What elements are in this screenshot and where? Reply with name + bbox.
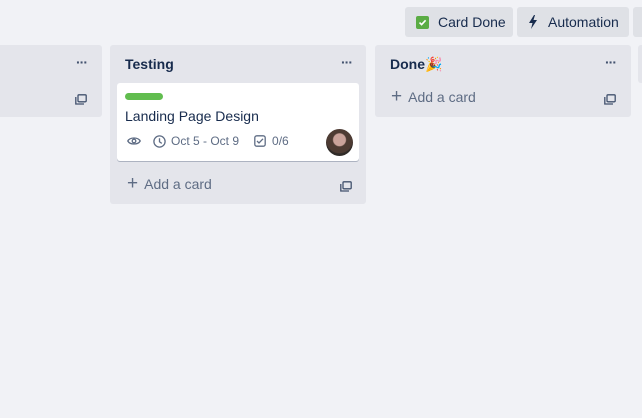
automation-label: Automation xyxy=(548,14,619,30)
automation-button[interactable]: Automation xyxy=(517,7,629,37)
card-done-button[interactable]: Card Done xyxy=(405,7,513,37)
card-label-green xyxy=(125,93,163,100)
list-testing: Testing ··· Landing Page Design Oct 5 - … xyxy=(110,45,366,204)
list-menu-button[interactable]: ··· xyxy=(76,55,88,69)
card-done-label: Card Done xyxy=(438,14,506,30)
due-date-text: Oct 5 - Oct 9 xyxy=(171,134,240,148)
card-template-icon[interactable] xyxy=(604,92,616,105)
add-card-button[interactable]: + Add a card xyxy=(391,86,476,107)
list-title[interactable]: Testing xyxy=(125,56,174,72)
checklist-badge: 0/6 xyxy=(254,134,289,148)
add-card-button[interactable]: + Add a card xyxy=(127,173,212,194)
header-extra-button[interactable] xyxy=(633,7,642,37)
list-done: Done🎉 ··· + Add a card xyxy=(375,45,631,117)
card-title: Landing Page Design xyxy=(125,108,259,124)
checklist-icon xyxy=(254,135,266,147)
card-template-icon[interactable] xyxy=(340,179,352,192)
list-menu-button[interactable]: ··· xyxy=(341,55,353,69)
green-check-icon xyxy=(416,15,429,29)
list-menu-button[interactable]: ··· xyxy=(605,55,617,69)
plus-icon: + xyxy=(391,86,403,107)
card-landing-page-design[interactable]: Landing Page Design Oct 5 - Oct 9 0/6 xyxy=(117,83,359,161)
watch-eye-icon xyxy=(127,136,141,146)
lightning-icon xyxy=(527,15,539,29)
plus-icon: + xyxy=(127,173,139,194)
clock-icon xyxy=(153,134,166,148)
checklist-text: 0/6 xyxy=(272,134,289,148)
board: Card Done Automation ··· Testing ··· Lan… xyxy=(0,0,642,418)
list-title[interactable]: Done🎉 xyxy=(390,56,442,73)
due-date-badge[interactable]: Oct 5 - Oct 9 xyxy=(153,134,239,148)
list-right-partial xyxy=(638,45,642,83)
list-left-partial: ··· xyxy=(0,45,102,117)
add-card-label: Add a card xyxy=(408,89,476,105)
member-avatar[interactable] xyxy=(326,129,353,156)
card-template-icon[interactable] xyxy=(75,92,87,105)
add-card-label: Add a card xyxy=(144,176,212,192)
card-badges: Oct 5 - Oct 9 0/6 xyxy=(127,134,289,148)
